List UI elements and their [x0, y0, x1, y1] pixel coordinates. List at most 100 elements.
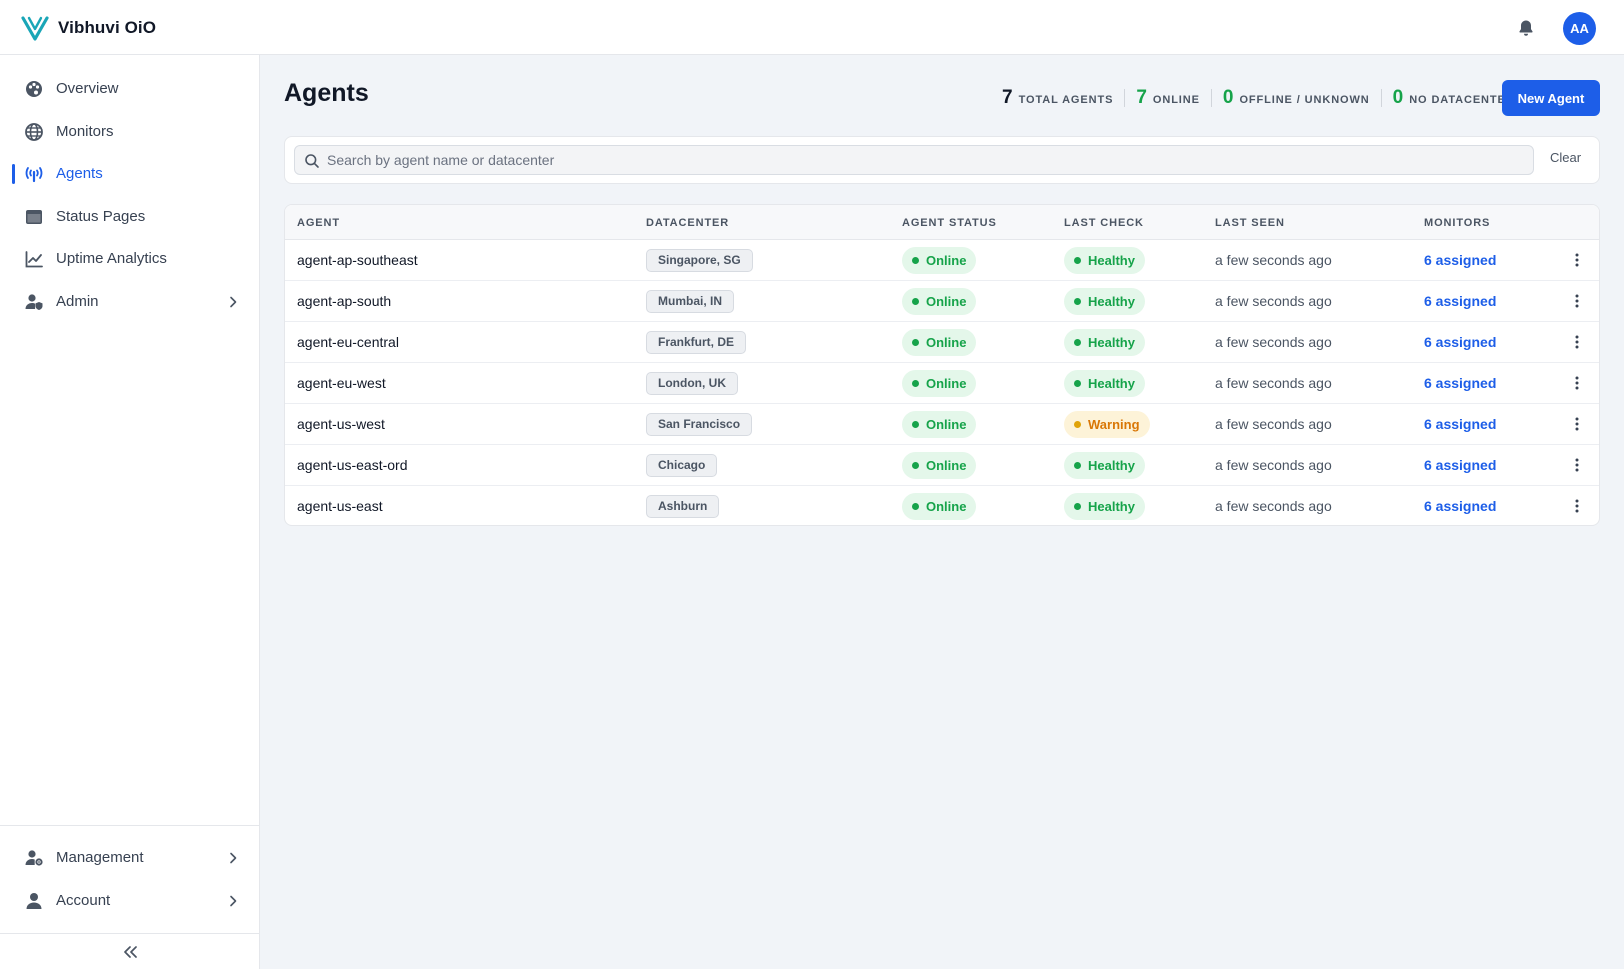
column-header-last-check[interactable]: LAST CHECK — [1064, 217, 1144, 229]
stat-divider — [1210, 89, 1212, 107]
status-dot — [912, 421, 919, 428]
last-check-label: Healthy — [1088, 458, 1135, 473]
agent-name[interactable]: agent-us-east-ord — [297, 457, 408, 473]
agent-status-label: Online — [926, 335, 967, 350]
sidebar-item-label: Management — [56, 849, 144, 866]
last-check-pill: Healthy — [1064, 493, 1145, 520]
more-options-icon[interactable] — [1569, 375, 1585, 391]
monitors-assigned-link[interactable]: 6 assigned — [1424, 293, 1496, 309]
sidebar-item-monitors[interactable]: Monitors — [0, 112, 259, 152]
monitors-assigned-link[interactable]: 6 assigned — [1424, 457, 1496, 473]
sidebar-item-label: Account — [56, 892, 111, 909]
notification-bell-icon[interactable] — [1516, 18, 1536, 38]
more-options-icon[interactable] — [1569, 252, 1585, 268]
user-gear-icon — [25, 850, 43, 866]
agent-name[interactable]: agent-eu-central — [297, 334, 399, 350]
last-seen-text: a few seconds ago — [1215, 457, 1332, 473]
table-row[interactable]: agent-us-west San Francisco Online Warning a… — [285, 404, 1599, 445]
agent-status-pill: Online — [902, 411, 977, 438]
sidebar-item-label: Uptime Analytics — [56, 250, 167, 267]
datacenter-badge: Mumbai, IN — [646, 290, 735, 313]
table-row[interactable]: agent-eu-central Frankfurt, DE Online Healt… — [285, 322, 1599, 363]
chart-line-icon — [25, 251, 43, 268]
more-options-icon[interactable] — [1569, 334, 1585, 350]
more-options-icon[interactable] — [1569, 498, 1585, 514]
table-row[interactable]: agent-ap-south Mumbai, IN Online Healthy a f… — [285, 281, 1599, 322]
sidebar-item-agents[interactable]: Agents — [0, 154, 259, 194]
status-dot — [1074, 462, 1081, 469]
status-dot — [1074, 503, 1081, 510]
last-check-label: Healthy — [1088, 253, 1135, 268]
sidebar-item-account[interactable]: Account — [0, 881, 259, 921]
sidebar-item-uptime-analytics[interactable]: Uptime Analytics — [0, 239, 259, 279]
agent-name[interactable]: agent-ap-south — [297, 293, 391, 309]
page-title: Agents — [284, 79, 369, 107]
new-agent-button[interactable]: New Agent — [1502, 80, 1600, 116]
agents-table: AGENT DATACENTER AGENT STATUS LAST CHECK… — [284, 204, 1600, 526]
sidebar-item-label: Overview — [56, 80, 119, 97]
last-seen-text: a few seconds ago — [1215, 498, 1332, 514]
monitors-assigned-link[interactable]: 6 assigned — [1424, 252, 1496, 268]
chevron-right-icon — [230, 895, 237, 907]
status-dot — [1074, 298, 1081, 305]
more-options-icon[interactable] — [1569, 416, 1585, 432]
clear-search-button[interactable]: Clear — [1550, 150, 1581, 165]
last-check-pill: Warning — [1064, 411, 1150, 438]
agent-name[interactable]: agent-eu-west — [297, 375, 386, 391]
status-dot — [912, 257, 919, 264]
stat-label: TOTAL AGENTS — [1018, 94, 1114, 106]
stat-offline-unknown: 0 OFFLINE / UNKNOWN — [1223, 87, 1370, 109]
table-row[interactable]: agent-ap-southeast Singapore, SG Online Hea… — [285, 240, 1599, 281]
agent-status-pill: Online — [902, 288, 977, 315]
table-row[interactable]: agent-eu-west London, UK Online Healthy a fe… — [285, 363, 1599, 404]
datacenter-badge: Frankfurt, DE — [646, 331, 747, 354]
table-row[interactable]: agent-us-east Ashburn Online Healthy a few s… — [285, 486, 1599, 525]
column-header-agent[interactable]: AGENT — [297, 217, 340, 229]
status-dot — [1074, 421, 1081, 428]
more-options-icon[interactable] — [1569, 457, 1585, 473]
agent-status-label: Online — [926, 376, 967, 391]
palette-icon — [26, 81, 42, 97]
sidebar-item-management[interactable]: Management — [0, 838, 259, 878]
search-input[interactable] — [327, 146, 1527, 174]
datacenter-badge: Singapore, SG — [646, 249, 753, 272]
monitors-assigned-link[interactable]: 6 assigned — [1424, 416, 1496, 432]
column-header-datacenter[interactable]: DATACENTER — [646, 217, 729, 229]
brand-logo-icon — [21, 16, 49, 41]
monitors-assigned-link[interactable]: 6 assigned — [1424, 334, 1496, 350]
stat-divider — [1380, 89, 1382, 107]
status-dot — [1074, 257, 1081, 264]
more-options-icon[interactable] — [1569, 293, 1585, 309]
last-check-label: Healthy — [1088, 294, 1135, 309]
agent-name[interactable]: agent-ap-southeast — [297, 252, 418, 268]
last-seen-text: a few seconds ago — [1215, 416, 1332, 432]
last-seen-text: a few seconds ago — [1215, 375, 1332, 391]
stat-no-datacenter: 0 NO DATACENTER — [1393, 87, 1515, 109]
collapse-sidebar-icon[interactable] — [118, 940, 142, 964]
column-header-last-seen[interactable]: LAST SEEN — [1215, 217, 1285, 229]
agent-name[interactable]: agent-us-east — [297, 498, 383, 514]
column-header-monitors[interactable]: MONITORS — [1424, 217, 1490, 229]
last-check-pill: Healthy — [1064, 452, 1145, 479]
user-avatar[interactable]: AA — [1563, 12, 1596, 45]
sidebar-item-admin[interactable]: Admin — [0, 282, 259, 322]
stat-value: 0 — [1392, 87, 1404, 108]
window-icon — [26, 210, 42, 224]
status-dot — [912, 339, 919, 346]
antenna-icon — [25, 167, 43, 183]
sidebar-item-status-pages[interactable]: Status Pages — [0, 197, 259, 237]
table-row[interactable]: agent-us-east-ord Chicago Online Healthy a f… — [285, 445, 1599, 486]
brand[interactable]: Vibhuvi OiO — [20, 13, 156, 43]
last-check-pill: Healthy — [1064, 247, 1145, 274]
chevron-right-icon — [230, 296, 237, 308]
last-check-label: Healthy — [1088, 376, 1135, 391]
search-icon — [305, 154, 319, 168]
globe-icon — [25, 123, 43, 141]
monitors-assigned-link[interactable]: 6 assigned — [1424, 375, 1496, 391]
stat-label: NO DATACENTER — [1409, 94, 1515, 106]
agent-name[interactable]: agent-us-west — [297, 416, 385, 432]
monitors-assigned-link[interactable]: 6 assigned — [1424, 498, 1496, 514]
sidebar-item-overview[interactable]: Overview — [0, 69, 259, 109]
column-header-agent-status[interactable]: AGENT STATUS — [902, 217, 997, 229]
status-dot — [1074, 339, 1081, 346]
